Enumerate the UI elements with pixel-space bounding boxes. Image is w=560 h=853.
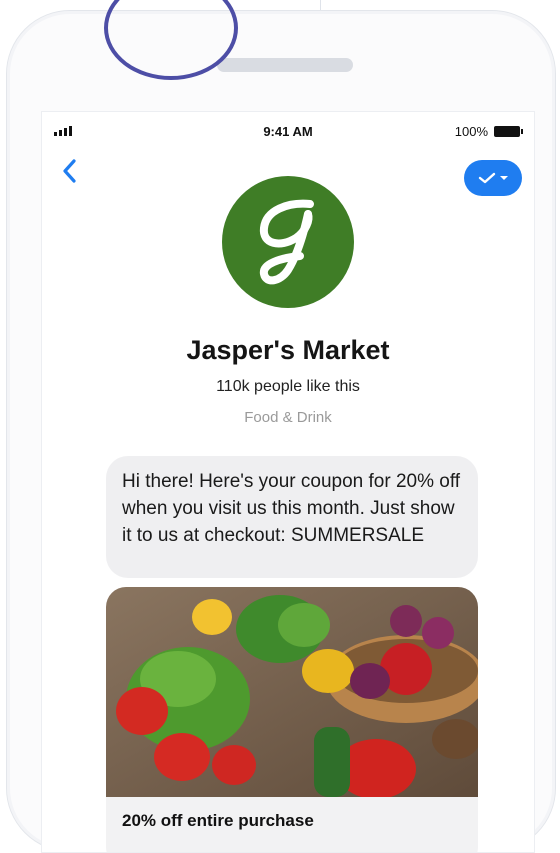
phone-frame: 9:41 AM 100% Jasper's Market 110k people… [6, 10, 556, 853]
vegetables-image [106, 587, 478, 797]
page-category: Food & Drink [244, 409, 332, 426]
check-dropdown-icon [478, 172, 508, 184]
jasper-market-logo [259, 199, 314, 285]
status-bar: 9:41 AM 100% [42, 122, 534, 142]
chevron-left-icon [63, 159, 76, 183]
coupon-caption: 20% off entire purchase [122, 811, 314, 830]
message-text: Hi there! Here's your coupon for 20% off… [122, 471, 461, 546]
phone-speaker [217, 58, 353, 72]
page-likes: 110k people like this [216, 378, 360, 395]
battery-percent: 100% [454, 124, 488, 139]
coupon-card[interactable]: 20% off entire purchase [106, 587, 478, 852]
message-bubble: Hi there! Here's your coupon for 20% off… [106, 456, 478, 578]
messenger-screen: 9:41 AM 100% Jasper's Market 110k people… [41, 111, 535, 853]
battery-icon [494, 126, 523, 137]
back-button[interactable] [56, 154, 84, 188]
page-logo [222, 176, 354, 308]
battery-status: 100% [454, 124, 523, 139]
actions-menu-button[interactable] [464, 160, 522, 196]
page-name: Jasper's Market [186, 335, 390, 365]
